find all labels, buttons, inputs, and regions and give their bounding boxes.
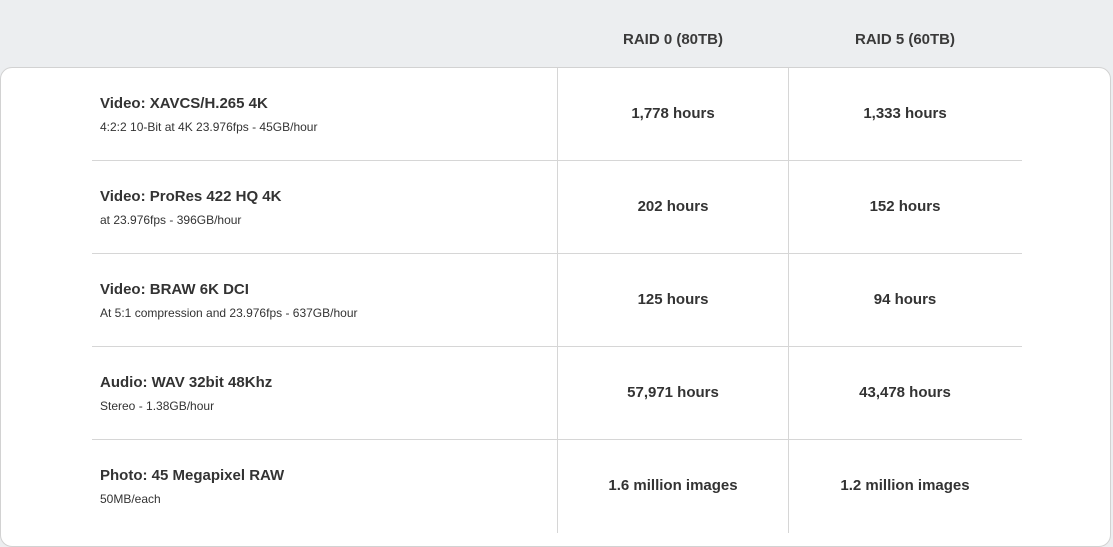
column-header-raid5: RAID 5 (60TB) [854, 31, 955, 48]
format-title: Video: XAVCS/H.265 4K [100, 95, 268, 112]
format-subtitle: 50MB/each [100, 492, 161, 506]
column-header-raid0: RAID 0 (80TB) [622, 31, 723, 48]
raid0-value: 57,971 hours [627, 384, 719, 401]
table-row: Video: ProRes 422 HQ 4K at 23.976fps - 3… [92, 161, 1022, 254]
format-title: Video: ProRes 422 HQ 4K [100, 188, 282, 205]
raid0-value: 125 hours [637, 291, 709, 308]
table-header: RAID 0 (80TB) RAID 5 (60TB) [0, 0, 1113, 68]
format-title: Photo: 45 Megapixel RAW [100, 467, 285, 484]
raid5-value: 43,478 hours [859, 384, 951, 401]
raid5-value: 1,333 hours [863, 105, 947, 122]
raid5-value: 94 hours [873, 291, 937, 308]
raid0-value: 1,778 hours [631, 105, 715, 122]
table-row: Photo: 45 Megapixel RAW 50MB/each 1.6 mi… [92, 440, 1022, 533]
format-title: Audio: WAV 32bit 48Khz [100, 374, 273, 391]
raid0-value: 202 hours [637, 198, 709, 215]
format-subtitle: at 23.976fps - 396GB/hour [100, 213, 242, 227]
format-title: Video: BRAW 6K DCI [100, 281, 249, 298]
format-subtitle: 4:2:2 10-Bit at 4K 23.976fps - 45GB/hour [100, 120, 318, 134]
format-subtitle: At 5:1 compression and 23.976fps - 637GB… [100, 306, 358, 320]
table-row: Video: BRAW 6K DCI At 5:1 compression an… [92, 254, 1022, 347]
raid5-value: 152 hours [869, 198, 941, 215]
format-subtitle: Stereo - 1.38GB/hour [100, 399, 215, 413]
table-row: Audio: WAV 32bit 48Khz Stereo - 1.38GB/h… [92, 347, 1022, 440]
table-row: Video: XAVCS/H.265 4K 4:2:2 10-Bit at 4K… [92, 68, 1022, 161]
raid0-value: 1.6 million images [608, 477, 738, 494]
raid5-value: 1.2 million images [840, 477, 970, 494]
